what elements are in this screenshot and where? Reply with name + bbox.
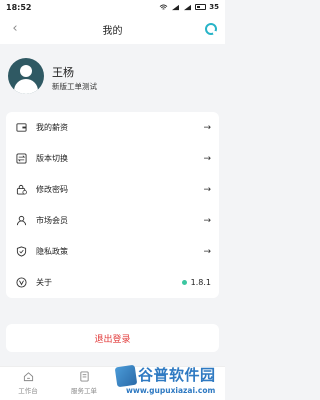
- arrow-right-icon: →: [203, 184, 211, 195]
- watermark-logo: [114, 364, 138, 388]
- menu-item-privacy-policy[interactable]: 隐私政策 →: [6, 236, 219, 267]
- menu-item-label: 版本切换: [36, 154, 68, 163]
- menu-item-version-switch[interactable]: 版本切换 →: [6, 143, 219, 174]
- version-dot: [181, 280, 187, 285]
- version-info: 1.8.1: [181, 278, 211, 287]
- logout-button[interactable]: 退出登录: [6, 324, 219, 352]
- battery-icon: [195, 4, 207, 10]
- version-number: 1.8.1: [190, 278, 211, 287]
- back-icon[interactable]: ‹: [8, 21, 22, 37]
- menu-item-label: 市场会员: [36, 216, 68, 225]
- signal-icon: [172, 4, 180, 10]
- menu-item-change-password[interactable]: 修改密码 →: [6, 174, 219, 205]
- tab-workbench[interactable]: 工作台: [8, 371, 48, 395]
- status-indicators: 35: [159, 3, 219, 11]
- v-circle-icon: [16, 277, 27, 288]
- service-icon[interactable]: [205, 23, 217, 35]
- menu-item-label: 修改密码: [36, 185, 68, 194]
- avatar[interactable]: [8, 58, 44, 94]
- user-name: 王杨: [52, 66, 74, 79]
- logout-label: 退出登录: [94, 334, 131, 345]
- signal-2-icon: [184, 4, 192, 10]
- status-bar: 18:52 35: [0, 0, 225, 14]
- arrow-right-icon: →: [203, 153, 211, 164]
- watermark-title: 谷普软件园: [138, 366, 216, 384]
- tab-label: 工作台: [18, 387, 38, 395]
- arrow-right-icon: →: [203, 215, 211, 226]
- arrow-right-icon: →: [203, 122, 211, 133]
- page-title: 我的: [102, 25, 123, 37]
- menu-item-label: 关于: [36, 278, 52, 287]
- user-subtitle: 新版工单测试: [52, 82, 97, 91]
- tab-label: 服务工单: [71, 387, 97, 395]
- watermark-url: www.gupuxiazai.com: [126, 386, 216, 395]
- profile-section: 王杨 新版工单测试: [0, 44, 225, 112]
- document-icon: [79, 371, 89, 382]
- menu-item-market-member[interactable]: 市场会员 →: [6, 205, 219, 236]
- menu-item-salary[interactable]: 我的薪资 →: [6, 112, 219, 143]
- tab-service-orders[interactable]: 服务工单: [64, 371, 104, 395]
- wallet-icon: [16, 122, 27, 133]
- person-icon: [16, 215, 27, 226]
- watermark: 谷普软件园 www.gupuxiazai.com: [112, 362, 225, 400]
- menu-item-label: 我的薪资: [36, 123, 68, 132]
- menu-item-about[interactable]: 关于 1.8.1: [6, 267, 219, 298]
- nav-bar: ‹ 我的: [0, 14, 225, 44]
- shield-icon: [16, 246, 27, 257]
- battery-level: 35: [209, 3, 219, 11]
- lock-icon: [16, 184, 27, 195]
- switch-icon: [16, 153, 27, 164]
- status-time: 18:52: [6, 2, 32, 12]
- menu-item-label: 隐私政策: [36, 247, 68, 256]
- menu-card: 我的薪资 → 版本切换 → 修改密码 → 市场会员 → 隐私政策 → 关于 1.…: [6, 112, 219, 298]
- arrow-right-icon: →: [203, 246, 211, 257]
- wifi-icon: [159, 3, 168, 10]
- home-icon: [23, 372, 33, 382]
